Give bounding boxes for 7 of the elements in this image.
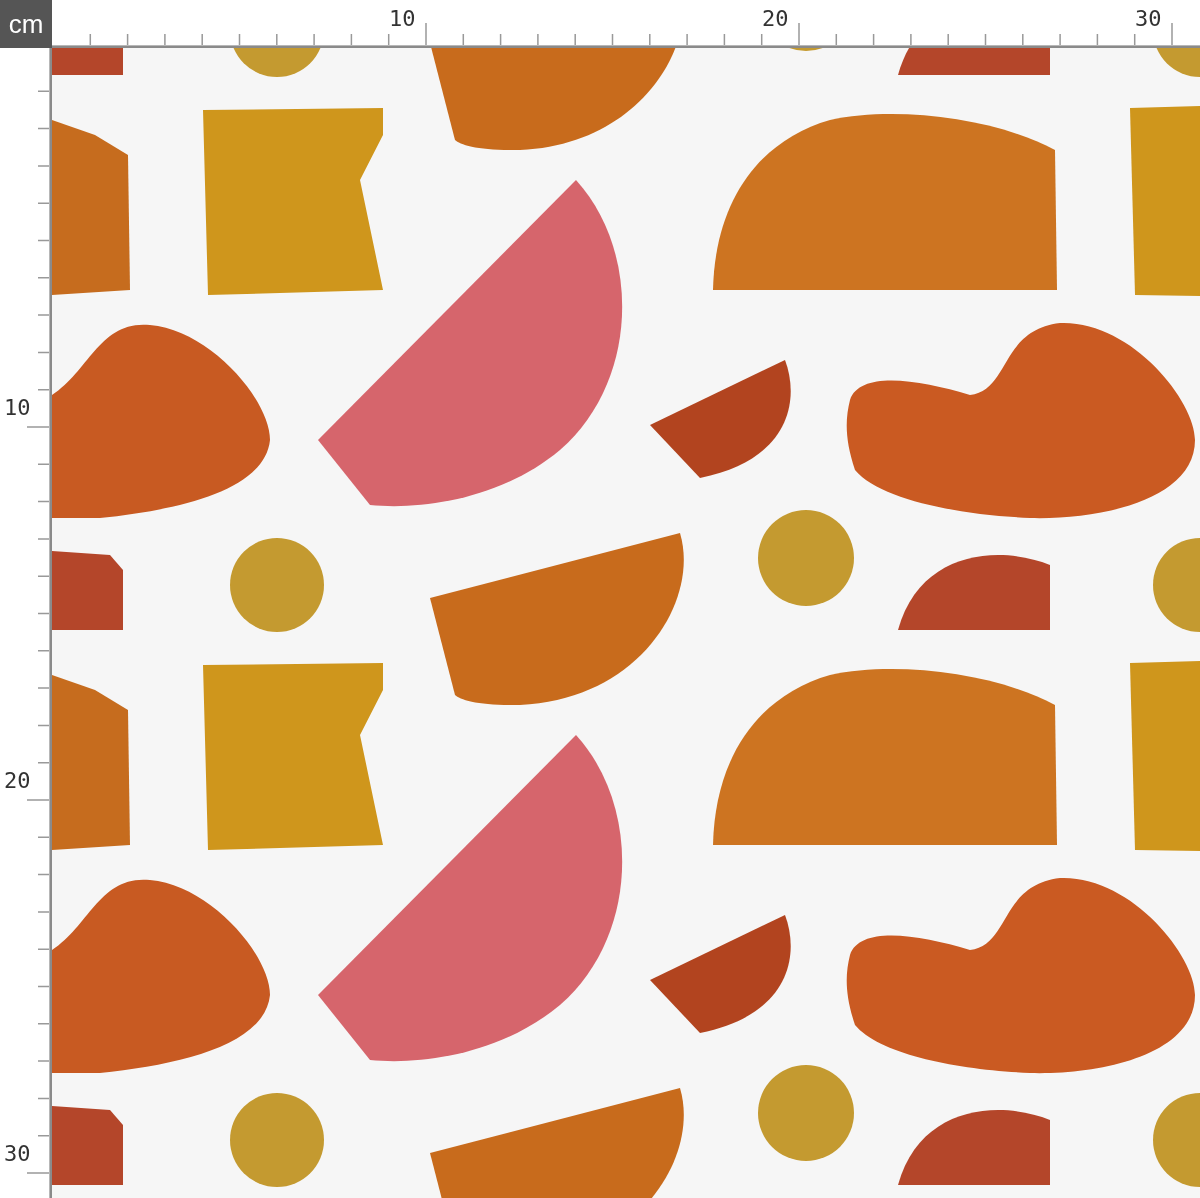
ruler-label: 10 <box>389 8 416 30</box>
unit-label: cm <box>0 0 52 48</box>
ruler-label: 30 <box>4 1143 31 1165</box>
ruler-label: 20 <box>4 770 31 792</box>
ruler-label: 30 <box>1135 8 1162 30</box>
ruler-label: 20 <box>762 8 789 30</box>
ruler-label: 10 <box>4 397 31 419</box>
